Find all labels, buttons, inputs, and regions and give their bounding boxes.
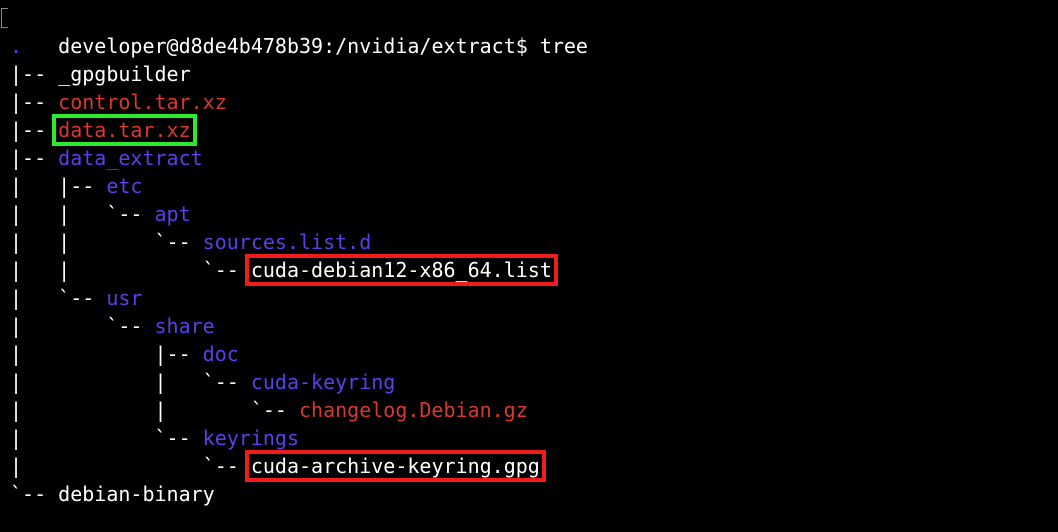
directory-name: cuda-keyring (250, 370, 396, 394)
tree-branch-prefix: | `-- (10, 454, 251, 478)
tree-entry: | | `-- sources.list.d (10, 228, 1058, 256)
archive-name: data.tar.xz (58, 118, 191, 142)
file-name: debian-binary (58, 482, 215, 506)
tree-branch-prefix: | `-- (10, 426, 203, 450)
terminal-window[interactable]: developer@d8de4b478b39:/nvidia/extract$ … (0, 0, 1058, 532)
tree-output: . |-- _gpgbuilder |-- control.tar.xz |-- da… (10, 32, 1058, 508)
tree-entry: |-- _gpgbuilder (10, 60, 1058, 88)
tree-entry: | `-- keyrings (10, 424, 1058, 452)
directory-name: apt (154, 202, 191, 226)
archive-name: control.tar.xz (58, 90, 227, 114)
tree-branch-prefix: | `-- (10, 286, 107, 310)
tree-entry: | |-- doc (10, 340, 1058, 368)
directory-name: data_extract (58, 146, 203, 170)
directory-name: sources.list.d (202, 230, 372, 254)
directory-name: keyrings (202, 426, 299, 450)
tree-branch-prefix: | | `-- (10, 398, 299, 422)
directory-name: doc (202, 342, 239, 366)
tree-branch-prefix: | | `-- (10, 370, 251, 394)
tree-entry: |-- data.tar.xz (10, 116, 1058, 144)
tree-entry: | `-- share (10, 312, 1058, 340)
file-name: cuda-debian12-x86_64.list (250, 258, 552, 282)
tree-branch-prefix: | `-- (10, 314, 155, 338)
tree-entry: |-- control.tar.xz (10, 88, 1058, 116)
tree-branch-prefix: | |-- (10, 342, 203, 366)
tree-branch-prefix: |-- (10, 146, 59, 170)
tree-branch-prefix: | | `-- (10, 258, 251, 282)
tree-branch-prefix: | | `-- (10, 230, 203, 254)
tree-entry: | | `-- cuda-debian12-x86_64.list (10, 256, 1058, 284)
directory-name: usr (106, 286, 143, 310)
tree-entry: . (10, 32, 1058, 60)
file-name: _gpgbuilder (58, 62, 191, 86)
directory-name: share (154, 314, 215, 338)
tree-entry: | | `-- changelog.Debian.gz (10, 396, 1058, 424)
tree-entry: | | `-- apt (10, 200, 1058, 228)
tree-entry: | | `-- cuda-keyring (10, 368, 1058, 396)
directory-name: . (10, 34, 23, 58)
archive-name: changelog.Debian.gz (298, 398, 528, 422)
tree-entry: `-- debian-binary (10, 480, 1058, 508)
prompt-line: developer@d8de4b478b39:/nvidia/extract$ … (1, 4, 1058, 58)
tree-branch-prefix: |-- (10, 62, 59, 86)
tree-entry: | |-- etc (10, 172, 1058, 200)
file-name: cuda-archive-keyring.gpg (250, 454, 540, 478)
directory-name: etc (106, 174, 143, 198)
tree-entry: | `-- cuda-archive-keyring.gpg (10, 452, 1058, 480)
tree-branch-prefix: | |-- (10, 174, 107, 198)
tree-branch-prefix: |-- (10, 90, 59, 114)
tree-entry: |-- data_extract (10, 144, 1058, 172)
tree-branch-prefix: |-- (10, 118, 59, 142)
cursor-marker-icon (1, 8, 8, 28)
tree-branch-prefix: `-- (10, 482, 59, 506)
tree-entry: | `-- usr (10, 284, 1058, 312)
tree-branch-prefix: | | `-- (10, 202, 155, 226)
